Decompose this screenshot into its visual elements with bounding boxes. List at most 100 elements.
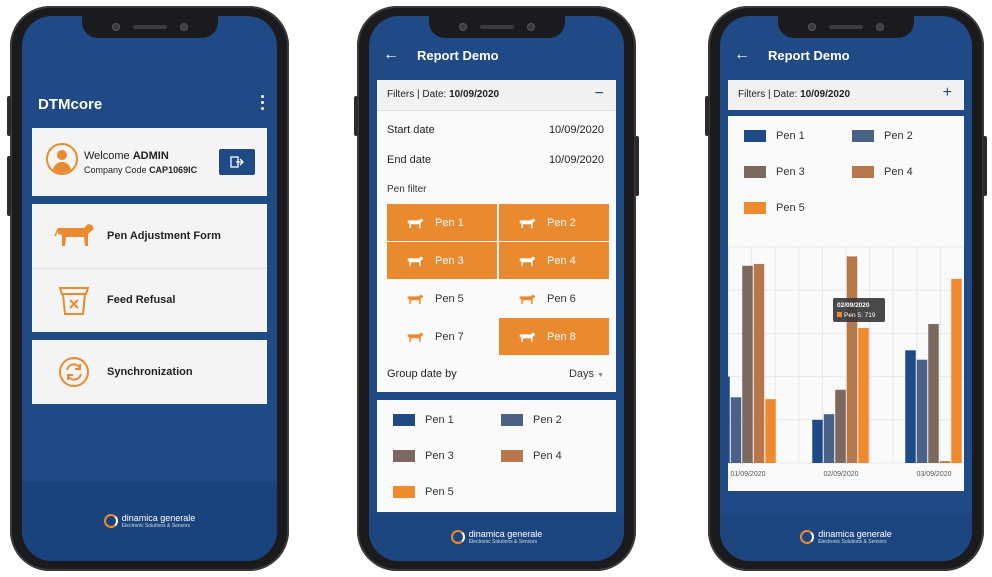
home-screen: DTMcore Welcome ADMIN Company Code CAP10… (22, 16, 277, 561)
legend-item[interactable]: Pen 5 (393, 486, 454, 498)
tooltip-date: 02/09/2020 (837, 302, 870, 309)
notch (778, 16, 914, 38)
x-tick-label: 02/09/2020 (823, 471, 858, 478)
legend-label: Pen 5 (776, 202, 805, 214)
start-date-label: Start date (387, 124, 435, 136)
legend-swatch (852, 166, 874, 178)
chart-bar[interactable] (728, 376, 730, 463)
logout-button[interactable] (219, 149, 255, 175)
legend-swatch (393, 486, 415, 498)
chart-bar[interactable] (812, 419, 823, 463)
pen-filter-toggle[interactable]: Pen 6 (499, 280, 609, 317)
dropdown-caret-icon: ▼ (597, 372, 604, 379)
filters-panel: Filters | Date: 10/09/2020 − Start date … (377, 80, 616, 392)
pen-filter-toggle[interactable]: Pen 1 (387, 204, 497, 241)
bar-chart[interactable]: 01/09/2020 02/09/2020 03/09/2020 02/09/2020… (728, 241, 964, 491)
filters-header[interactable]: Filters | Date: 10/09/2020 + (728, 80, 964, 110)
chart-bar[interactable] (730, 397, 742, 463)
legend-label: Pen 4 (884, 166, 913, 178)
chart-bar[interactable] (858, 327, 869, 463)
menu-card: Pen Adjustment Form Feed Refusal (32, 204, 267, 332)
chart-bar[interactable] (939, 461, 951, 463)
legend-label: Pen 3 (776, 166, 805, 178)
cow-icon (407, 332, 424, 342)
menu-label: Feed Refusal (107, 294, 176, 306)
menu-item-synchronization[interactable]: Synchronization (32, 340, 267, 404)
chart-bar[interactable] (753, 263, 765, 463)
pen-filter-toggle[interactable]: Pen 3 (387, 242, 497, 279)
chart-panel: Pen 1 Pen 2 Pen 3 Pen 4 Pen 5 01/09/2020 02/0… (728, 116, 964, 491)
cow-icon (407, 256, 424, 266)
end-date-label: End date (387, 154, 432, 166)
back-arrow-icon[interactable]: ← (383, 46, 399, 64)
legend-item[interactable]: Pen 4 (501, 450, 562, 462)
legend-label: Pen 1 (425, 414, 454, 426)
group-date-select[interactable]: Days ▼ (569, 368, 604, 380)
report-filter-screen: ← Report Demo Filters | Date: 10/09/2020… (369, 16, 624, 561)
back-arrow-icon[interactable]: ← (734, 46, 750, 64)
cow-icon (519, 218, 536, 228)
pen-filter-toggle[interactable]: Pen 5 (387, 280, 497, 317)
legend-label: Pen 3 (425, 450, 454, 462)
pen-label: Pen 5 (435, 292, 464, 305)
end-date-field[interactable]: 10/09/2020 (549, 154, 604, 166)
pen-label: Pen 6 (547, 292, 576, 305)
legend-swatch (501, 450, 523, 462)
filters-header[interactable]: Filters | Date: 10/09/2020 − (377, 80, 616, 111)
chart-bar[interactable] (846, 256, 858, 463)
pen-filter-label: Pen filter (387, 184, 427, 195)
legend-item[interactable]: Pen 1 (744, 130, 805, 142)
chart-tooltip: 02/09/2020 Pen 5: 719 (833, 297, 885, 322)
menu-item-feed-refusal[interactable]: Feed Refusal (32, 268, 267, 332)
expand-icon[interactable]: + (943, 84, 952, 102)
pen-filter-toggle[interactable]: Pen 4 (499, 242, 609, 279)
tooltip-value: Pen 5: 719 (844, 312, 876, 319)
chart-bar[interactable] (916, 359, 928, 463)
chart-bar[interactable] (742, 265, 753, 463)
collapse-icon[interactable]: − (595, 85, 604, 103)
chart-bar[interactable] (905, 350, 916, 463)
more-menu-icon[interactable] (261, 92, 265, 113)
x-tick-label: 03/09/2020 (916, 471, 951, 478)
legend-swatch (393, 414, 415, 426)
notch (428, 16, 565, 38)
start-date-field[interactable]: 10/09/2020 (549, 124, 604, 136)
legend-item[interactable]: Pen 4 (852, 166, 913, 178)
legend-item[interactable]: Pen 3 (744, 166, 805, 178)
pen-label: Pen 7 (435, 330, 464, 343)
cow-icon (54, 224, 94, 246)
welcome-card: Welcome ADMIN Company Code CAP1069IC (32, 128, 267, 196)
legend-label: Pen 5 (425, 486, 454, 498)
chart-bar[interactable] (765, 399, 776, 463)
app-title: DTMcore (38, 96, 103, 113)
chart-bar[interactable] (823, 414, 835, 463)
report-chart-screen: ← Report Demo Filters | Date: 10/09/2020… (720, 16, 972, 561)
legend-label: Pen 4 (533, 450, 562, 462)
legend-label: Pen 1 (776, 130, 805, 142)
footer: dinamica generale Electronic Solutions & … (369, 513, 624, 561)
pen-label: Pen 4 (547, 254, 576, 267)
notch (81, 16, 218, 38)
company-code-text: Company Code CAP1069IC (84, 165, 198, 175)
legend-item[interactable]: Pen 2 (501, 414, 562, 426)
chart-bar[interactable] (928, 324, 939, 463)
brand-logo: dinamica generale Electronic Solutions & … (103, 513, 195, 529)
menu-label: Pen Adjustment Form (107, 230, 221, 242)
chart-bar[interactable] (951, 278, 962, 463)
pen-filter-toggle[interactable]: Pen 7 (387, 318, 497, 355)
legend-item[interactable]: Pen 3 (393, 450, 454, 462)
brand-logo: dinamica generale Electronic Solutions & … (800, 529, 892, 545)
brand-logo: dinamica generale Electronic Solutions & … (450, 529, 542, 545)
welcome-text: Welcome ADMIN (84, 150, 169, 162)
pen-filter-toggle[interactable]: Pen 8 (499, 318, 609, 355)
footer: dinamica generale Electronic Solutions & … (22, 481, 277, 561)
chart-bar[interactable] (835, 389, 846, 463)
pen-filter-toggle[interactable]: Pen 2 (499, 204, 609, 241)
cow-icon (519, 294, 536, 304)
menu-item-pen-adjustment[interactable]: Pen Adjustment Form (32, 204, 267, 269)
legend-swatch (744, 166, 766, 178)
legend-swatch (393, 450, 415, 462)
legend-item[interactable]: Pen 1 (393, 414, 454, 426)
legend-item[interactable]: Pen 2 (852, 130, 913, 142)
legend-item[interactable]: Pen 5 (744, 202, 805, 214)
